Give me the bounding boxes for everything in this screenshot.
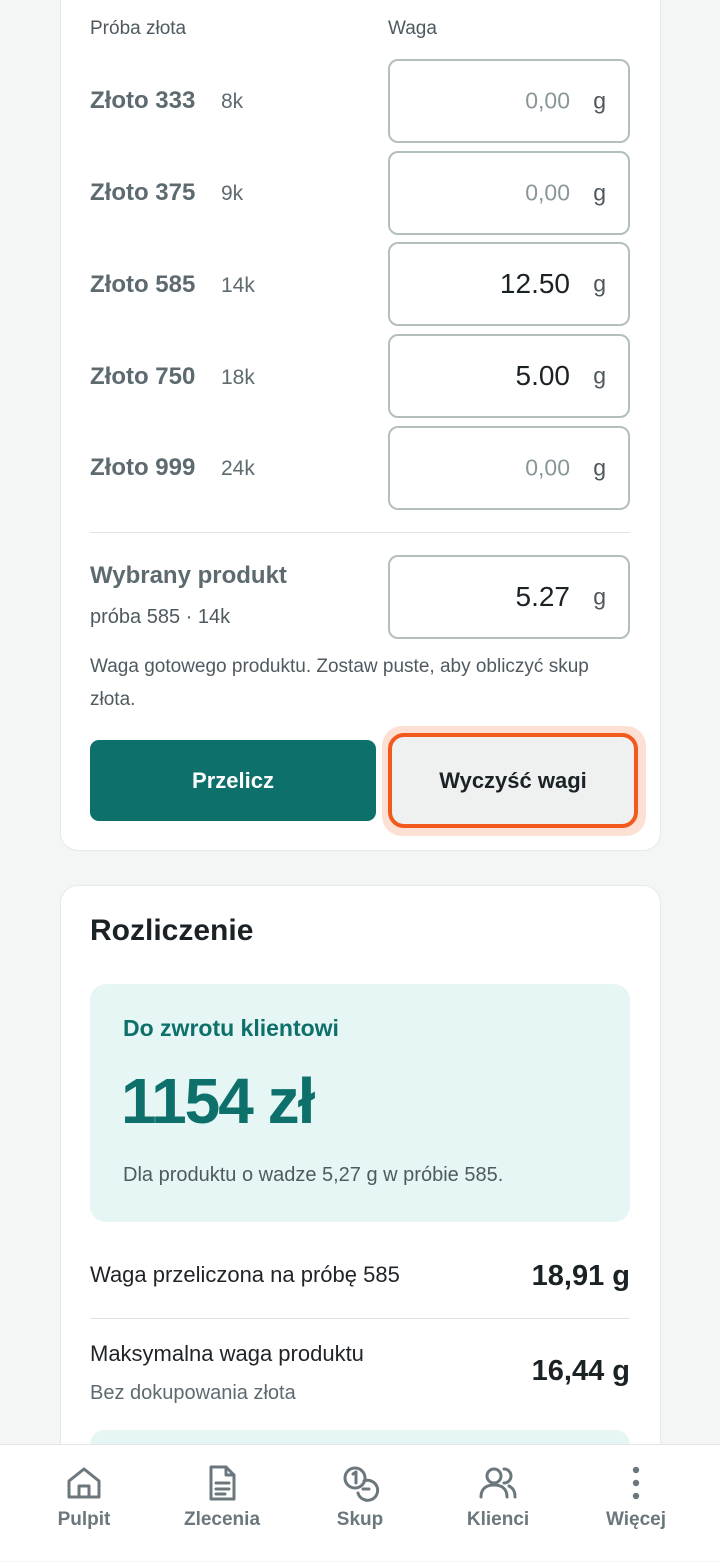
recalculate-button[interactable]: Przelicz: [90, 740, 376, 821]
gold-750-karat: 18k: [221, 366, 255, 389]
gold-375-unit: g: [593, 179, 606, 206]
gold-333-label: Złoto 333: [90, 87, 196, 114]
stats-divider: [90, 1318, 630, 1319]
column-header-proba: Próba złota: [90, 18, 187, 39]
more-vertical-icon: [616, 1463, 656, 1503]
nav-zlecenia[interactable]: Zlecenia: [150, 1445, 294, 1562]
nav-klienci[interactable]: Klienci: [426, 1445, 570, 1562]
coins-icon: [340, 1463, 380, 1503]
refund-label: Do zwrotu klientowi: [123, 1015, 339, 1041]
gold-375-weight-placeholder: 0,00: [525, 179, 570, 206]
nav-skup[interactable]: Skup: [288, 1445, 432, 1562]
converted-weight-value: 18,91 g: [531, 1260, 630, 1292]
nav-pulpit[interactable]: Pulpit: [12, 1445, 156, 1562]
refund-note: Dla produktu o wadze 5,27 g w próbie 585…: [123, 1164, 504, 1186]
selected-product-title: Wybrany produkt: [90, 562, 287, 589]
gold-750-label: Złoto 750: [90, 363, 196, 390]
gold-375-weight-input[interactable]: 0,00 g: [388, 151, 630, 235]
home-icon: [64, 1463, 104, 1503]
gold-750-weight-value: 5.00: [515, 360, 571, 391]
max-weight-value: 16,44 g: [531, 1355, 630, 1387]
helper-text: Waga gotowego produktu. Zostaw puste, ab…: [90, 656, 589, 710]
gold-375-label: Złoto 375: [90, 179, 196, 206]
bottom-navigation: Pulpit Zlecenia Skup Klienci Więcej: [0, 1444, 720, 1561]
gold-333-unit: g: [593, 87, 606, 114]
max-weight-label: Maksymalna waga produktu: [90, 1341, 364, 1366]
nav-klienci-label: Klienci: [466, 1509, 530, 1530]
gold-585-label: Złoto 585: [90, 271, 196, 298]
refund-panel: Do zwrotu klientowi 1154 zł Dla produktu…: [90, 984, 630, 1222]
nav-skup-label: Skup: [336, 1509, 384, 1530]
refund-amount: 1154 zł: [121, 1065, 315, 1137]
gold-585-karat: 14k: [221, 274, 255, 297]
document-icon: [202, 1463, 242, 1503]
max-weight-subtitle: Bez dokupowania złota: [90, 1382, 296, 1404]
gold-585-weight-value: 12.50: [499, 268, 570, 299]
gold-999-karat: 24k: [221, 457, 255, 480]
nav-zlecenia-label: Zlecenia: [183, 1509, 261, 1530]
gold-999-label: Złoto 999: [90, 454, 196, 481]
nav-wiecej-label: Więcej: [605, 1509, 667, 1530]
nav-wiecej[interactable]: Więcej: [564, 1445, 708, 1562]
gold-333-weight-placeholder: 0,00: [525, 87, 570, 114]
product-weight-input[interactable]: 5.27 g: [388, 555, 630, 639]
gold-585-unit: g: [593, 270, 606, 297]
gold-375-karat: 9k: [221, 182, 244, 205]
gold-333-karat: 8k: [221, 90, 244, 113]
gold-999-weight-placeholder: 0,00: [525, 454, 570, 481]
users-icon: [478, 1463, 518, 1503]
clear-weights-button[interactable]: Wyczyść wagi: [388, 733, 638, 828]
settlement-title: Rozliczenie: [90, 914, 254, 947]
gold-750-unit: g: [593, 362, 606, 389]
nav-pulpit-label: Pulpit: [57, 1509, 111, 1530]
converted-weight-label: Waga przeliczona na próbę 585: [90, 1262, 400, 1287]
column-header-waga: Waga: [388, 18, 437, 39]
gold-750-weight-input[interactable]: 5.00 g: [388, 334, 630, 418]
section-divider: [90, 532, 630, 533]
gold-999-unit: g: [593, 454, 606, 481]
gold-999-weight-input[interactable]: 0,00 g: [388, 426, 630, 510]
gold-585-weight-input[interactable]: 12.50 g: [388, 242, 630, 326]
selected-product-subtitle: próba 585 · 14k: [90, 606, 231, 628]
product-weight-unit: g: [593, 583, 606, 610]
gold-333-weight-input[interactable]: 0,00 g: [388, 59, 630, 143]
product-weight-value: 5.27: [515, 581, 571, 612]
